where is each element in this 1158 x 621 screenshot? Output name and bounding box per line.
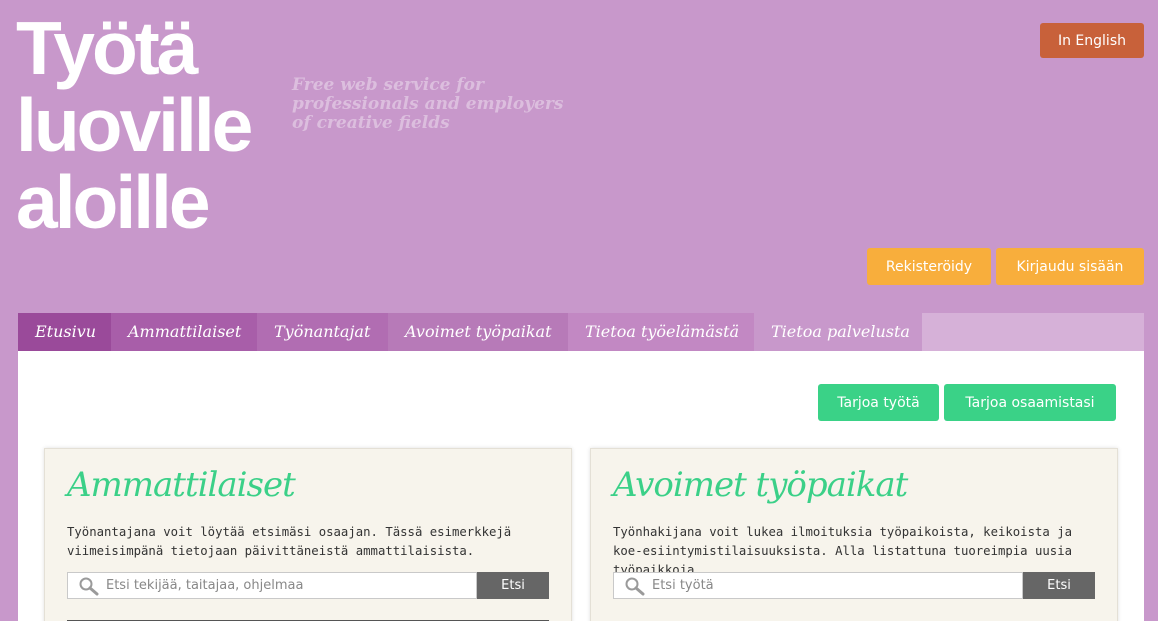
tagline-line-2: professionals and employers [292, 94, 564, 114]
jobs-search: Etsi [613, 572, 1095, 599]
jobs-card: Avoimet työpaikat Työnhakijana voit luke… [590, 448, 1118, 621]
language-button[interactable]: In English [1040, 23, 1144, 58]
nav-item-work-life-info[interactable]: Tietoa työelämästä [568, 313, 754, 351]
main-nav: Etusivu Ammattilaiset Työnantajat Avoime… [18, 313, 1144, 351]
login-button[interactable]: Kirjaudu sisään [996, 248, 1144, 285]
nav-item-about-service[interactable]: Tietoa palvelusta [754, 313, 922, 351]
professionals-title[interactable]: Ammattilaiset [67, 465, 296, 505]
professionals-search: Etsi [67, 572, 549, 599]
register-button[interactable]: Rekisteröidy [867, 248, 991, 285]
professionals-search-button[interactable]: Etsi [477, 572, 549, 599]
tagline-line-3: of creative fields [292, 113, 450, 133]
professionals-search-field[interactable] [67, 572, 477, 599]
jobs-search-input[interactable] [652, 578, 1022, 593]
tagline-line-1: Free web service for [292, 75, 484, 95]
jobs-search-button[interactable]: Etsi [1023, 572, 1095, 599]
magnifier-icon [625, 577, 645, 595]
professionals-description: Työnantajana voit löytää etsimäsi osaaja… [67, 525, 512, 558]
magnifier-icon [79, 577, 99, 595]
logo-line-2: luoville [16, 83, 253, 167]
site-logo[interactable]: Työtä luoville aloille [16, 6, 253, 244]
jobs-title[interactable]: Avoimet työpaikat [613, 465, 908, 505]
logo-line-1: Työtä [16, 6, 198, 90]
nav-item-employers[interactable]: Työnantajat [257, 313, 388, 351]
nav-item-home[interactable]: Etusivu [18, 313, 111, 351]
professionals-search-input[interactable] [106, 578, 476, 593]
main-content: Tarjoa työtä Tarjoa osaamistasi Ammattil… [18, 351, 1144, 621]
offer-skills-button[interactable]: Tarjoa osaamistasi [944, 384, 1116, 421]
nav-item-open-jobs[interactable]: Avoimet työpaikat [388, 313, 568, 351]
nav-item-professionals[interactable]: Ammattilaiset [111, 313, 257, 351]
professionals-card: Ammattilaiset Työnantajana voit löytää e… [44, 448, 572, 621]
offer-job-button[interactable]: Tarjoa työtä [818, 384, 939, 421]
logo-line-3: aloille [16, 160, 211, 244]
jobs-search-field[interactable] [613, 572, 1023, 599]
site-tagline: Free web service for professionals and e… [292, 76, 563, 133]
